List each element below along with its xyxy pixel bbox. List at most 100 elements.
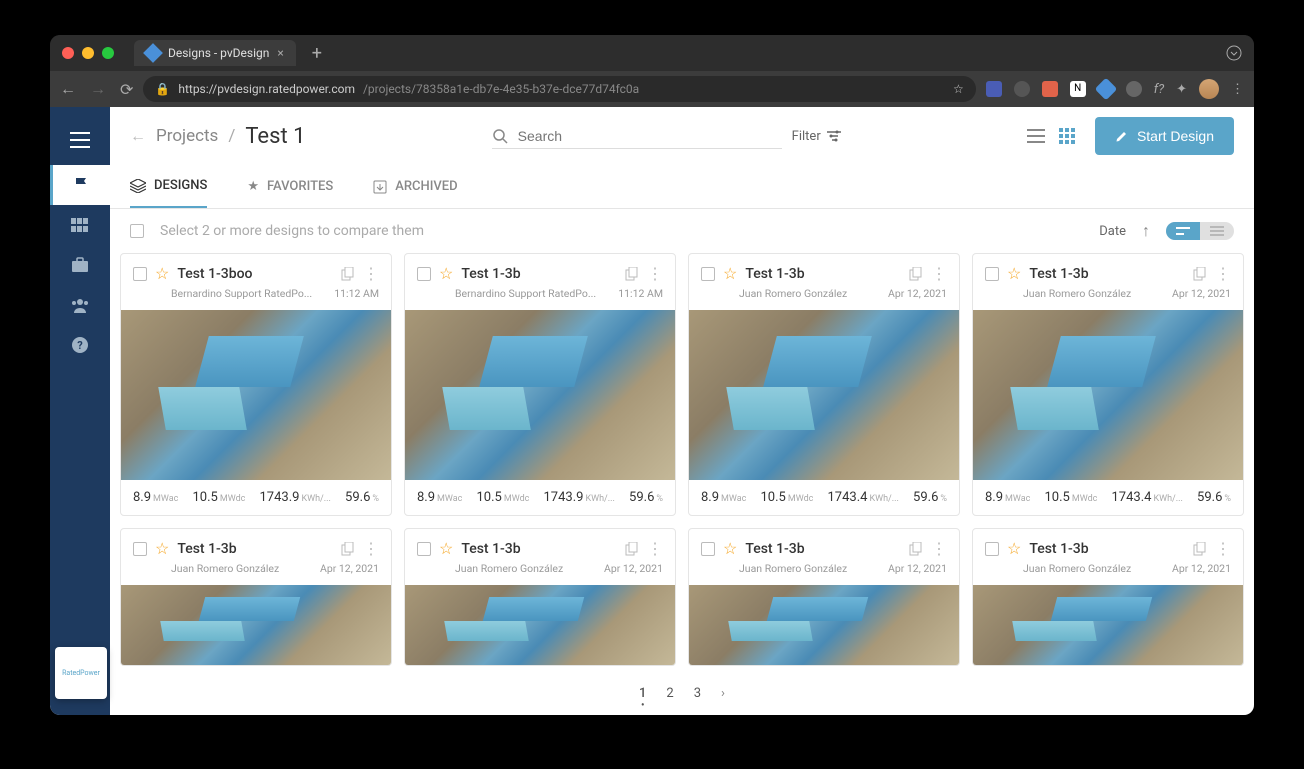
favorite-star-icon[interactable]: ☆ <box>155 264 169 283</box>
more-icon[interactable]: ⋮ <box>647 264 663 283</box>
sidebar-users[interactable] <box>50 285 110 325</box>
design-card[interactable]: ☆ Test 1-3b ⋮ Juan Romero González Apr 1… <box>972 528 1244 666</box>
more-icon[interactable]: ⋮ <box>931 539 947 558</box>
search-box[interactable] <box>492 124 782 149</box>
page-3[interactable]: 3 <box>694 686 701 701</box>
favorite-star-icon[interactable]: ☆ <box>439 264 453 283</box>
density-toggle <box>1166 222 1234 240</box>
grid-view-icon[interactable] <box>1059 128 1075 144</box>
more-icon[interactable]: ⋮ <box>1215 539 1231 558</box>
copy-icon[interactable] <box>909 542 923 556</box>
start-design-button[interactable]: Start Design <box>1095 117 1234 155</box>
design-card[interactable]: ☆ Test 1-3b ⋮ Juan Romero González Apr 1… <box>688 253 960 516</box>
copy-icon[interactable] <box>625 267 639 281</box>
design-card[interactable]: ☆ Test 1-3boo ⋮ Bernardino Support Rated… <box>120 253 392 516</box>
card-checkbox[interactable] <box>701 267 715 281</box>
card-thumbnail[interactable] <box>689 585 959 665</box>
card-thumbnail[interactable] <box>973 310 1243 480</box>
breadcrumb-parent[interactable]: Projects <box>156 126 218 146</box>
back-button[interactable]: ← <box>60 79 76 99</box>
favorite-star-icon[interactable]: ☆ <box>723 264 737 283</box>
card-checkbox[interactable] <box>417 542 431 556</box>
chrome-menu-icon[interactable]: ⋮ <box>1231 82 1244 97</box>
card-time: 11:12 AM <box>334 287 379 300</box>
more-icon[interactable]: ⋮ <box>363 539 379 558</box>
sort-label[interactable]: Date <box>1099 224 1126 239</box>
more-icon[interactable]: ⋮ <box>931 264 947 283</box>
browser-tab[interactable]: Designs - pvDesign × <box>134 40 296 66</box>
copy-icon[interactable] <box>909 267 923 281</box>
card-thumbnail[interactable] <box>405 310 675 480</box>
favorite-star-icon[interactable]: ☆ <box>1007 264 1021 283</box>
favorite-star-icon[interactable]: ☆ <box>1007 539 1021 558</box>
reload-button[interactable]: ⟳ <box>120 80 133 99</box>
close-window-button[interactable] <box>62 47 74 59</box>
sort-direction-icon[interactable]: ↑ <box>1142 221 1150 241</box>
card-checkbox[interactable] <box>985 267 999 281</box>
back-arrow-icon[interactable]: ← <box>130 126 146 146</box>
tab-favorites[interactable]: ★ FAVORITES <box>247 165 333 208</box>
more-icon[interactable]: ⋮ <box>647 539 663 558</box>
design-card[interactable]: ☆ Test 1-3b ⋮ Juan Romero González Apr 1… <box>120 528 392 666</box>
profile-avatar[interactable] <box>1199 79 1219 99</box>
card-checkbox[interactable] <box>133 542 147 556</box>
design-card[interactable]: ☆ Test 1-3b ⋮ Bernardino Support RatedPo… <box>404 253 676 516</box>
favorite-star-icon[interactable]: ☆ <box>439 539 453 558</box>
sidebar-panels[interactable] <box>50 205 110 245</box>
card-checkbox[interactable] <box>133 267 147 281</box>
card-thumbnail[interactable] <box>405 585 675 665</box>
card-checkbox[interactable] <box>417 267 431 281</box>
card-thumbnail[interactable] <box>689 310 959 480</box>
design-card[interactable]: ☆ Test 1-3b ⋮ Juan Romero González Apr 1… <box>972 253 1244 516</box>
card-thumbnail[interactable] <box>973 585 1243 665</box>
page-1[interactable]: 1 <box>639 686 646 701</box>
tab-archived[interactable]: ARCHIVED <box>373 165 457 208</box>
extension-icon[interactable] <box>1094 78 1117 101</box>
extension-icon[interactable]: f? <box>1154 82 1164 97</box>
card-thumbnail[interactable] <box>121 585 391 665</box>
sidebar-briefcase[interactable] <box>50 245 110 285</box>
copy-icon[interactable] <box>341 267 355 281</box>
card-thumbnail[interactable] <box>121 310 391 480</box>
extension-icon[interactable] <box>1042 81 1058 97</box>
minimize-window-button[interactable] <box>82 47 94 59</box>
maximize-window-button[interactable] <box>102 47 114 59</box>
logo-badge[interactable]: RatedPower <box>55 647 107 699</box>
copy-icon[interactable] <box>341 542 355 556</box>
copy-icon[interactable] <box>1193 542 1207 556</box>
extensions-icon[interactable]: ✦ <box>1176 82 1187 97</box>
browser-menu-icon[interactable] <box>1226 45 1242 61</box>
card-checkbox[interactable] <box>701 542 715 556</box>
star-bookmark-icon[interactable]: ☆ <box>953 82 964 96</box>
close-tab-icon[interactable]: × <box>277 46 283 60</box>
sidebar-help[interactable]: ? <box>50 325 110 365</box>
more-icon[interactable]: ⋮ <box>363 264 379 283</box>
filter-button[interactable]: Filter <box>792 124 841 149</box>
card-checkbox[interactable] <box>985 542 999 556</box>
extension-icon[interactable] <box>1126 81 1142 97</box>
list-view-icon[interactable] <box>1027 128 1045 144</box>
density-compact[interactable] <box>1200 222 1234 240</box>
density-comfortable[interactable] <box>1166 222 1200 240</box>
forward-button[interactable]: → <box>90 79 106 99</box>
select-all-checkbox[interactable] <box>130 224 144 238</box>
copy-icon[interactable] <box>1193 267 1207 281</box>
more-icon[interactable]: ⋮ <box>1215 264 1231 283</box>
designs-grid: ☆ Test 1-3boo ⋮ Bernardino Support Rated… <box>110 253 1254 671</box>
address-bar[interactable]: 🔒 https://pvdesign.ratedpower.com/projec… <box>143 76 975 102</box>
extension-icon[interactable] <box>1014 81 1030 97</box>
design-card[interactable]: ☆ Test 1-3b ⋮ Juan Romero González Apr 1… <box>688 528 960 666</box>
favorite-star-icon[interactable]: ☆ <box>155 539 169 558</box>
favorite-star-icon[interactable]: ☆ <box>723 539 737 558</box>
menu-toggle[interactable] <box>50 115 110 165</box>
page-next-icon[interactable]: › <box>721 686 725 701</box>
extension-icon[interactable]: N <box>1070 81 1086 97</box>
design-card[interactable]: ☆ Test 1-3b ⋮ Juan Romero González Apr 1… <box>404 528 676 666</box>
search-input[interactable] <box>518 128 782 144</box>
sidebar-flag[interactable] <box>50 165 110 205</box>
extension-icon[interactable] <box>986 81 1002 97</box>
tab-designs[interactable]: DESIGNS <box>130 165 207 208</box>
copy-icon[interactable] <box>625 542 639 556</box>
new-tab-button[interactable]: + <box>312 43 322 64</box>
page-2[interactable]: 2 <box>666 686 673 701</box>
